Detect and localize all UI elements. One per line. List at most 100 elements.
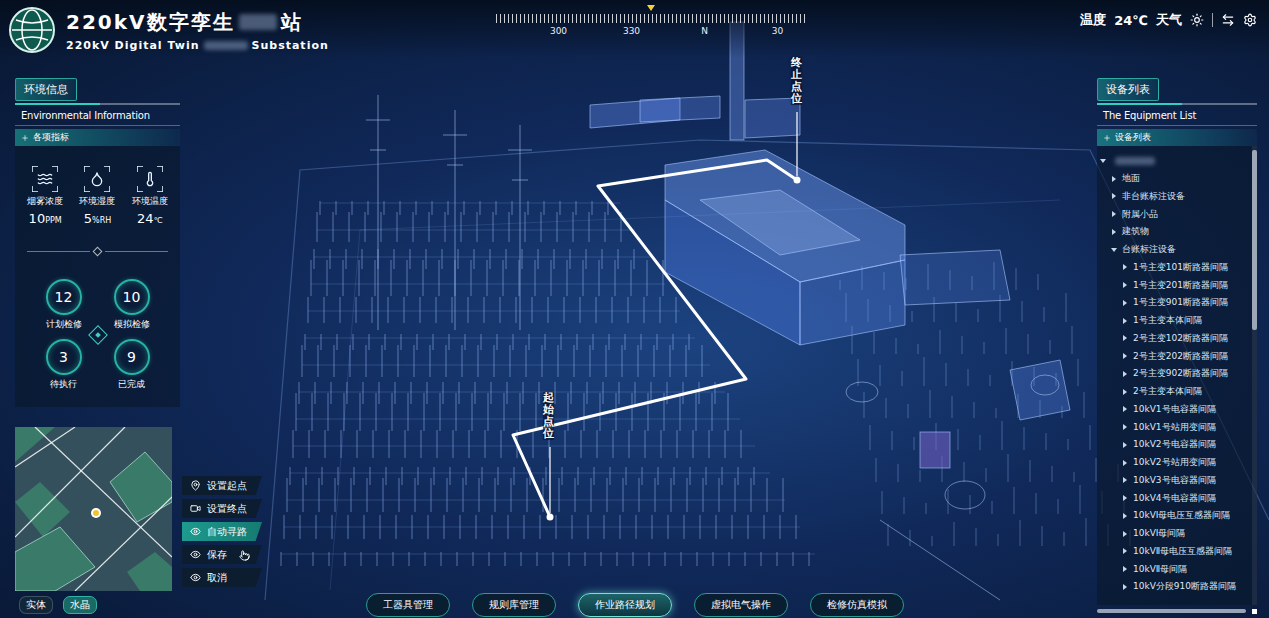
tree-item[interactable]: 10kV1号电容器间隔 xyxy=(1097,401,1252,419)
path-tool-button[interactable]: 自动寻路 xyxy=(182,522,262,541)
view-mode-button[interactable]: 水晶 xyxy=(63,596,97,614)
overlay: 220kV数字孪生站220kV Digital TwinSubstation30… xyxy=(0,0,1269,618)
metric-icon-box xyxy=(84,166,110,192)
counter[interactable]: 10模拟检修 xyxy=(104,279,160,331)
metric-icon xyxy=(37,171,53,187)
tree-item[interactable]: 地面 xyxy=(1097,170,1252,188)
equipment-panel: 设备列表The Equipment List设备列表地面非台账标注设备附属小品建… xyxy=(1097,78,1257,614)
view-toggle: 实体水晶 xyxy=(15,596,265,614)
position-marker xyxy=(91,508,101,518)
tree-item[interactable]: 10kV2号电容器间隔 xyxy=(1097,436,1252,454)
compass-label: 300 xyxy=(522,26,595,36)
weather-label: 天气 xyxy=(1156,11,1182,29)
metric-label: 环境温度 xyxy=(132,195,168,208)
tree-item[interactable]: 10kV1号站用变间隔 xyxy=(1097,418,1252,436)
compass-marker xyxy=(647,5,655,11)
tool-icon xyxy=(190,480,201,491)
metric: 烟雾浓度10PPM xyxy=(21,166,69,226)
tree-arrow-icon xyxy=(1123,460,1127,466)
nav-button[interactable]: 作业路径规划 xyxy=(578,593,672,617)
tree-item[interactable]: 2号主变902断路器间隔 xyxy=(1097,365,1252,383)
counter-ring: 10 xyxy=(114,279,150,315)
tree-item[interactable]: 1号主变本体间隔 xyxy=(1097,312,1252,330)
tree-item[interactable]: 2号主变102断路器间隔 xyxy=(1097,330,1252,348)
tree-item[interactable]: 建筑物 xyxy=(1097,223,1252,241)
tree-arrow-icon xyxy=(1123,548,1127,554)
counter[interactable]: 3 待执行 xyxy=(36,339,92,391)
path-tool-button[interactable]: 设置起点 xyxy=(182,476,262,495)
nav-button[interactable]: 虚拟电气操作 xyxy=(694,593,788,617)
path-tool-button[interactable]: 取消 xyxy=(182,568,262,587)
tree-item[interactable]: 10kV4号电容器间隔 xyxy=(1097,489,1252,507)
counter-label: 已完成 xyxy=(118,378,145,391)
nav-button[interactable]: 工器具管理 xyxy=(366,593,450,617)
start-leader xyxy=(549,447,550,513)
tree-arrow-icon xyxy=(1123,495,1127,501)
metric-value: 5%RH xyxy=(84,211,111,226)
sun-icon xyxy=(1190,13,1204,27)
tree-item[interactable]: 1号主变901断路器间隔 xyxy=(1097,294,1252,312)
mini-map[interactable] xyxy=(15,427,172,591)
tree-root[interactable] xyxy=(1097,152,1252,170)
equipment-tab[interactable]: 设备列表 xyxy=(1097,129,1257,146)
path-tool-button[interactable]: 保存 xyxy=(182,545,262,564)
view-mode-button[interactable]: 实体 xyxy=(19,596,53,614)
counter[interactable]: 9已完成 xyxy=(104,339,160,391)
start-label: 起始点位 xyxy=(543,392,554,440)
tree-item[interactable]: 10kVⅡ母间隔 xyxy=(1097,560,1252,578)
metric-icon xyxy=(142,171,158,187)
tree-arrow-icon xyxy=(1123,442,1127,448)
tree-item[interactable]: 附属小品 xyxy=(1097,205,1252,223)
left-column: 环境信息Environmental Information各项指标烟雾浓度10P… xyxy=(15,78,265,614)
compass[interactable]: 300330N30 xyxy=(496,0,806,36)
tool-icon xyxy=(190,549,201,560)
metric: 环境温度24℃ xyxy=(126,166,174,226)
end-leader xyxy=(796,112,797,176)
route-path xyxy=(513,160,797,517)
counter-ring: 12 xyxy=(46,279,82,315)
tree-item[interactable]: 10kVⅠ母间隔 xyxy=(1097,525,1252,543)
counter[interactable]: 12 计划检修 xyxy=(36,279,92,331)
equipment-glow xyxy=(846,375,1059,600)
tree-arrow-icon xyxy=(1123,389,1127,395)
tree-item[interactable]: 非台账标注设备 xyxy=(1097,188,1252,206)
nav-button[interactable]: 检修仿真模拟 xyxy=(810,593,904,617)
tree-item[interactable]: 10kVⅠ母电压互感器间隔 xyxy=(1097,507,1252,525)
metric: 环境湿度5%RH xyxy=(73,166,121,226)
vertical-scrollbar[interactable] xyxy=(1252,146,1257,605)
metric-icon-box xyxy=(137,166,163,192)
nav-button[interactable]: 规则库管理 xyxy=(472,593,556,617)
tree-item[interactable]: 1号主变101断路器间隔 xyxy=(1097,259,1252,277)
header: 220kV数字孪生站220kV Digital TwinSubstation30… xyxy=(0,0,1269,58)
counter-ring: 3 xyxy=(46,339,82,375)
tree-item[interactable]: 台账标注设备 xyxy=(1097,241,1252,259)
temperature: 24℃ xyxy=(1114,13,1148,28)
tree-item[interactable]: 2号主变202断路器间隔 xyxy=(1097,347,1252,365)
equipment-subtitle: The Equipment List xyxy=(1097,105,1257,126)
compass-ruler xyxy=(496,14,806,23)
horizontal-scrollbar[interactable] xyxy=(1097,608,1257,614)
tree-item[interactable]: 10kVⅡ母电压互感器间隔 xyxy=(1097,543,1252,561)
tree-arrow-icon xyxy=(1123,371,1127,377)
counter-label: 计划检修 xyxy=(46,318,82,331)
tree-item[interactable]: 1号主变201断路器间隔 xyxy=(1097,276,1252,294)
counter-label: 待执行 xyxy=(50,378,77,391)
tree-arrow-icon xyxy=(1123,282,1127,288)
tree-arrow-icon xyxy=(1123,335,1127,341)
path-tools: 设置起点设置终点自动寻路保存取消 xyxy=(182,476,262,591)
end-point[interactable] xyxy=(794,177,801,184)
buildings xyxy=(590,22,1070,468)
metric-value: 10PPM xyxy=(29,211,62,226)
start-point[interactable] xyxy=(547,514,554,521)
path-tool-button[interactable]: 设置终点 xyxy=(182,499,262,518)
tree-item[interactable]: 10kV分段910断路器间隔 xyxy=(1097,578,1252,596)
gear-icon[interactable] xyxy=(1243,13,1257,27)
environment-tab[interactable]: 各项指标 xyxy=(15,129,180,146)
tree-item[interactable]: 10kV2号站用变间隔 xyxy=(1097,454,1252,472)
map-row: 设置起点设置终点自动寻路保存取消 xyxy=(15,427,265,591)
tree-arrow-icon xyxy=(1123,513,1127,519)
tree-item[interactable]: 10kV3号电容器间隔 xyxy=(1097,472,1252,490)
bottom-nav: 工器具管理规则库管理作业路径规划虚拟电气操作检修仿真模拟 xyxy=(366,593,904,617)
tree-item[interactable]: 2号主变本体间隔 xyxy=(1097,383,1252,401)
switch-icon[interactable] xyxy=(1221,13,1235,27)
